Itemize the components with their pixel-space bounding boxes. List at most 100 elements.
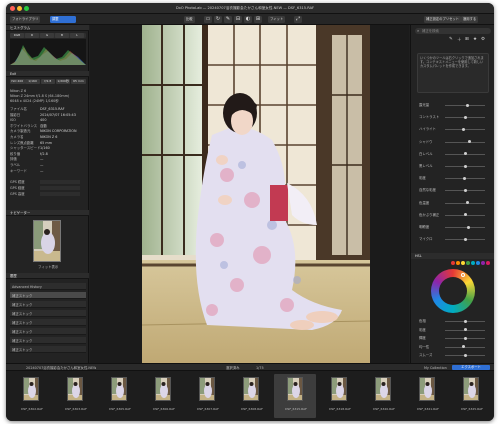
histogram-channel-chip[interactable]: G [40, 33, 54, 38]
slider-knob[interactable] [463, 188, 467, 192]
export-button[interactable]: エクスポート [452, 365, 490, 370]
filmstrip-thumbnail[interactable]: DSF_6318.RAF [318, 374, 360, 418]
filmstrip-thumbnail[interactable]: DSF_6325.RAF [450, 374, 492, 418]
color-swatch[interactable] [456, 261, 460, 265]
history-section-header[interactable]: 履歴 [6, 273, 89, 279]
adjustment-slider[interactable]: 色相 [419, 319, 489, 323]
slider-knob[interactable] [463, 237, 467, 241]
zoom-window-button[interactable] [24, 6, 29, 11]
repair-icon[interactable]: ✎ [224, 16, 232, 23]
grid-icon[interactable]: ⊞ [254, 16, 262, 23]
slider-knob[interactable] [461, 127, 465, 131]
adjustment-slider[interactable]: マイクロ [419, 237, 489, 241]
star-icon[interactable]: ★ [473, 37, 477, 42]
history-item[interactable]: 補正ストック [10, 301, 86, 308]
hsl-header[interactable]: HSL [411, 253, 494, 259]
adjustment-slider[interactable]: スムーズ [419, 353, 489, 357]
adjustment-slider[interactable]: 白レベル [419, 152, 489, 156]
filmstrip-thumbnail[interactable]: DSF_6320.RAF [362, 374, 404, 418]
color-swatch[interactable] [451, 261, 455, 265]
color-swatch[interactable] [461, 261, 465, 265]
rotate-icon[interactable]: ↻ [214, 16, 222, 23]
filmstrip-thumbnail[interactable]: DSF_6305.RAF [98, 374, 140, 418]
local-adjust-icon[interactable]: ◐ [244, 16, 252, 23]
filmstrip-thumbnail[interactable]: DSF_6307.RAF [186, 374, 228, 418]
gps-value-field[interactable] [40, 186, 80, 190]
brush-icon[interactable]: ✎ [449, 37, 453, 42]
adjustment-slider[interactable]: 自然な彩度 [419, 188, 489, 192]
history-item[interactable]: 補正ストック [10, 328, 86, 335]
gps-value-field[interactable] [40, 192, 80, 196]
histogram-channel-chip[interactable]: B [55, 33, 69, 38]
color-swatch[interactable] [471, 261, 475, 265]
apply-button[interactable]: 適用する [461, 16, 479, 23]
slider-knob[interactable] [463, 336, 467, 340]
color-swatch[interactable] [476, 261, 480, 265]
adjustment-slider[interactable]: 色温度 [419, 201, 489, 205]
slider-knob[interactable] [463, 213, 467, 217]
adjustment-slider[interactable]: 彩度 [419, 176, 489, 180]
slider-knob[interactable] [462, 176, 466, 180]
gear-icon[interactable]: ⚙ [481, 37, 485, 42]
main-photo[interactable] [142, 25, 370, 365]
adjustment-slider[interactable]: 色かぶり補正 [419, 213, 489, 217]
history-item[interactable]: 補正ストック [10, 346, 86, 353]
collection-label[interactable]: My Collection [424, 366, 447, 370]
histogram-channel-chip[interactable]: R [25, 33, 39, 38]
slider-track[interactable] [445, 346, 485, 348]
horizon-icon[interactable]: ⊟ [234, 16, 242, 23]
fit-zoom-button[interactable]: フィット [268, 16, 286, 23]
histogram-section-header[interactable]: ヒストグラム [6, 25, 89, 31]
slider-knob[interactable] [463, 152, 467, 156]
slider-knob[interactable] [463, 319, 467, 323]
adjustment-slider[interactable]: ハイライト [419, 127, 489, 131]
search-field[interactable]: ⌕ 補正を検索 [415, 28, 491, 34]
history-item[interactable]: 補正ストック [10, 319, 86, 326]
navigator-section-header[interactable]: ナビゲーター [6, 210, 89, 216]
history-item[interactable]: 補正ストック [10, 292, 86, 299]
exif-section-header[interactable]: Exif [6, 71, 89, 77]
slider-knob[interactable] [461, 345, 465, 348]
slider-knob[interactable] [465, 201, 469, 205]
slider-knob[interactable] [466, 225, 470, 229]
slider-track[interactable] [445, 129, 485, 131]
slider-knob[interactable] [464, 164, 468, 168]
slider-knob[interactable] [467, 140, 471, 144]
adjustment-slider[interactable]: シャドウ [419, 140, 489, 144]
slider-knob[interactable] [465, 103, 469, 107]
history-item[interactable]: Advanced History [10, 283, 86, 290]
adjustment-slider[interactable]: 彩度 [419, 328, 489, 332]
history-item[interactable]: 補正ストック [10, 337, 86, 344]
color-wheel[interactable] [431, 269, 475, 313]
histogram-channel-chip[interactable]: RGB [10, 33, 24, 38]
slider-knob[interactable] [463, 328, 467, 331]
adjustment-slider[interactable]: コントラスト [419, 115, 489, 119]
gps-value-field[interactable] [40, 180, 80, 184]
compare-button[interactable]: 比較 [184, 16, 195, 23]
plus-icon[interactable]: ＋ [457, 37, 462, 43]
minimize-window-button[interactable] [17, 6, 22, 11]
filmstrip-thumbnail[interactable]: DSF_6302.RAF [10, 374, 52, 418]
color-wheel-handle[interactable] [461, 273, 465, 277]
adjustment-slider[interactable]: 明瞭度 [419, 225, 489, 229]
adjustment-slider[interactable]: 露光量 [419, 103, 489, 107]
color-swatch[interactable] [481, 261, 485, 265]
adjustment-slider[interactable]: 黒レベル [419, 164, 489, 168]
filmstrip-thumbnail[interactable]: DSF_6303.RAF [54, 374, 96, 418]
histogram-channel-chip[interactable]: L [70, 33, 84, 38]
tab-photo-library[interactable]: フォトライブラリ [10, 16, 41, 23]
history-item[interactable]: 補正ストック [10, 310, 86, 317]
slider-knob[interactable] [463, 115, 467, 119]
slider-track[interactable] [445, 227, 485, 228]
crop-icon[interactable]: ▭ [204, 16, 212, 23]
slider-knob[interactable] [463, 353, 467, 357]
color-swatch[interactable] [466, 261, 470, 265]
image-viewer[interactable] [90, 25, 409, 365]
adjustment-slider[interactable]: 均一性 [419, 345, 489, 349]
filmstrip-thumbnail[interactable]: DSF_6315.RAF [274, 374, 316, 418]
slider-track[interactable] [445, 202, 485, 204]
filmstrip-thumbnail[interactable]: DSF_6306.RAF [142, 374, 184, 418]
color-swatch[interactable] [486, 261, 490, 265]
filmstrip-thumbnail[interactable]: DSF_6308.RAF [230, 374, 272, 418]
slider-track[interactable] [445, 141, 485, 143]
